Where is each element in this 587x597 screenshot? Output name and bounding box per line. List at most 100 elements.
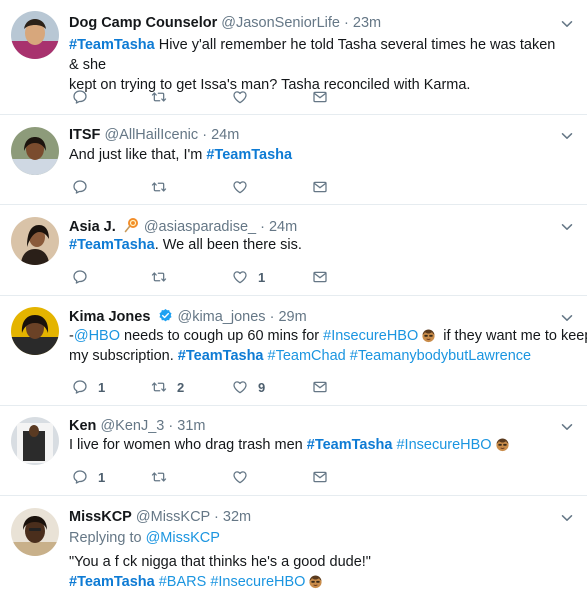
tweet-text-segment: kept on trying to get Issa's man? Tasha … [69, 77, 471, 93]
replying-to-label: Replying to [69, 530, 146, 546]
display-name[interactable]: MissKCP [69, 509, 132, 525]
reply-icon [72, 379, 88, 395]
hashtag-link[interactable]: #TeamTasha [69, 37, 155, 53]
avatar[interactable] [11, 417, 59, 465]
separator-dot: · [202, 127, 208, 143]
dm-icon [312, 469, 328, 485]
user-handle[interactable]: @kima_jones [177, 309, 265, 325]
timestamp[interactable]: 24m [211, 127, 239, 143]
tweet-header: Ken @KenJ_3 · 31m [69, 417, 551, 435]
hashtag-link[interactable]: #TeamTasha [69, 237, 155, 253]
lollipop-icon [124, 218, 138, 233]
hashtag-link[interactable]: #InsecureHBO [396, 437, 491, 453]
display-name[interactable]: Kima Jones [69, 309, 150, 325]
tweet-item[interactable]: Kima Jones @kima_jones · 29m -@HBO needs… [0, 296, 587, 406]
chevron-down-icon[interactable] [561, 18, 573, 30]
chevron-down-icon[interactable] [561, 421, 573, 433]
dm-button[interactable] [312, 178, 328, 196]
dm-button[interactable] [312, 468, 328, 486]
avatar[interactable] [11, 11, 59, 59]
retweet-icon [151, 379, 167, 395]
display-name[interactable]: Dog Camp Counselor [69, 15, 217, 31]
user-handle[interactable]: @JasonSeniorLife [221, 15, 340, 31]
reply-count: 1 [98, 469, 106, 485]
like-button[interactable] [232, 468, 248, 486]
like-button[interactable] [232, 178, 248, 196]
retweet-count: 2 [177, 379, 185, 395]
like-button[interactable]: 1 [232, 268, 265, 286]
avatar[interactable] [11, 307, 59, 355]
timestamp[interactable]: 29m [278, 309, 306, 325]
reply-button[interactable]: 1 [72, 378, 105, 396]
retweet-icon [151, 469, 167, 485]
retweet-icon [151, 89, 167, 105]
mention-link[interactable]: @MissKCP [146, 530, 220, 546]
like-icon [232, 269, 248, 285]
user-handle[interactable]: @KenJ_3 [100, 418, 164, 434]
separator-dot: · [269, 309, 275, 325]
display-name[interactable]: Asia J. [69, 219, 116, 235]
tweet-header: Dog Camp Counselor @JasonSeniorLife · 23… [69, 14, 551, 32]
dm-icon [312, 89, 328, 105]
hashtag-link[interactable]: #TeamTasha [307, 437, 393, 453]
reply-button[interactable] [72, 88, 88, 106]
tweet-text-segment: my subscription. [69, 348, 178, 364]
dm-icon [312, 179, 328, 195]
user-handle[interactable]: @asiasparadise_ [144, 219, 256, 235]
avatar[interactable] [11, 217, 59, 265]
chevron-down-icon[interactable] [561, 512, 573, 524]
dm-button[interactable] [312, 378, 328, 396]
chevron-down-icon[interactable] [561, 312, 573, 324]
like-icon [232, 179, 248, 195]
tweet-header: MissKCP @MissKCP · 32m [69, 508, 551, 526]
tweet-text-segment: . We all been there sis. [154, 237, 302, 253]
reply-button[interactable]: 1 [72, 468, 105, 486]
tweet-text: I live for women who drag trash men #Tea… [69, 435, 569, 455]
tweet-item[interactable]: Ken @KenJ_3 · 31m I live for women who d… [0, 406, 587, 496]
mention-link[interactable]: @HBO [74, 328, 120, 344]
retweet-button[interactable] [151, 178, 167, 196]
tweet-text-segment: And just like that, I'm [69, 147, 207, 163]
timestamp[interactable]: 32m [223, 509, 251, 525]
retweet-button[interactable] [151, 88, 167, 106]
avatar[interactable] [11, 127, 59, 175]
retweet-button[interactable] [151, 268, 167, 286]
chevron-down-icon[interactable] [561, 130, 573, 142]
separator-dot: · [214, 509, 219, 525]
reply-button[interactable] [72, 268, 88, 286]
like-button[interactable]: 9 [232, 378, 265, 396]
timestamp[interactable]: 31m [177, 418, 205, 434]
tweet-text-segment: I live for women who drag trash men [69, 437, 307, 453]
tweet-header: Asia J. @asiasparadise_ · 24m [69, 217, 551, 236]
hashtag-link[interactable]: #TeamTasha [178, 348, 264, 364]
dm-button[interactable] [312, 268, 328, 286]
hashtag-link[interactable]: #TeamanybodybutLawrence [350, 348, 531, 364]
reply-button[interactable] [72, 178, 88, 196]
timestamp[interactable]: 24m [269, 219, 297, 235]
emoji-face-icon [308, 574, 323, 589]
retweet-button[interactable] [151, 468, 167, 486]
tweet-feed: Dog Camp Counselor @JasonSeniorLife · 23… [0, 0, 587, 597]
tweet-item[interactable]: MissKCP @MissKCP · 32m Replying to @Miss… [0, 496, 587, 597]
chevron-down-icon[interactable] [561, 221, 573, 233]
avatar[interactable] [11, 508, 59, 556]
hashtag-link[interactable]: #InsecureHBO [210, 574, 305, 590]
display-name[interactable]: Ken [69, 418, 96, 434]
like-icon [232, 469, 248, 485]
user-handle[interactable]: @AllHailIcenic [104, 127, 198, 143]
tweet-item[interactable]: Asia J. @asiasparadise_ · 24m #TeamTasha… [0, 205, 587, 296]
hashtag-link[interactable]: #TeamTasha [206, 147, 292, 163]
user-handle[interactable]: @MissKCP [136, 509, 210, 525]
hashtag-link[interactable]: #TeamChad [268, 348, 346, 364]
tweet-text: "You a f ck nigga that thinks he's a goo… [69, 552, 569, 592]
dm-button[interactable] [312, 88, 328, 106]
retweet-button[interactable]: 2 [151, 378, 184, 396]
display-name[interactable]: ITSF [69, 127, 100, 143]
tweet-item[interactable]: Dog Camp Counselor @JasonSeniorLife · 23… [0, 0, 587, 115]
tweet-item[interactable]: ITSF @AllHailIcenic · 24m And just like … [0, 115, 587, 205]
hashtag-link[interactable]: #TeamTasha [69, 574, 155, 590]
hashtag-link[interactable]: #InsecureHBO [323, 328, 418, 344]
like-button[interactable] [232, 88, 248, 106]
hashtag-link[interactable]: #BARS [159, 574, 207, 590]
timestamp[interactable]: 23m [353, 15, 381, 31]
